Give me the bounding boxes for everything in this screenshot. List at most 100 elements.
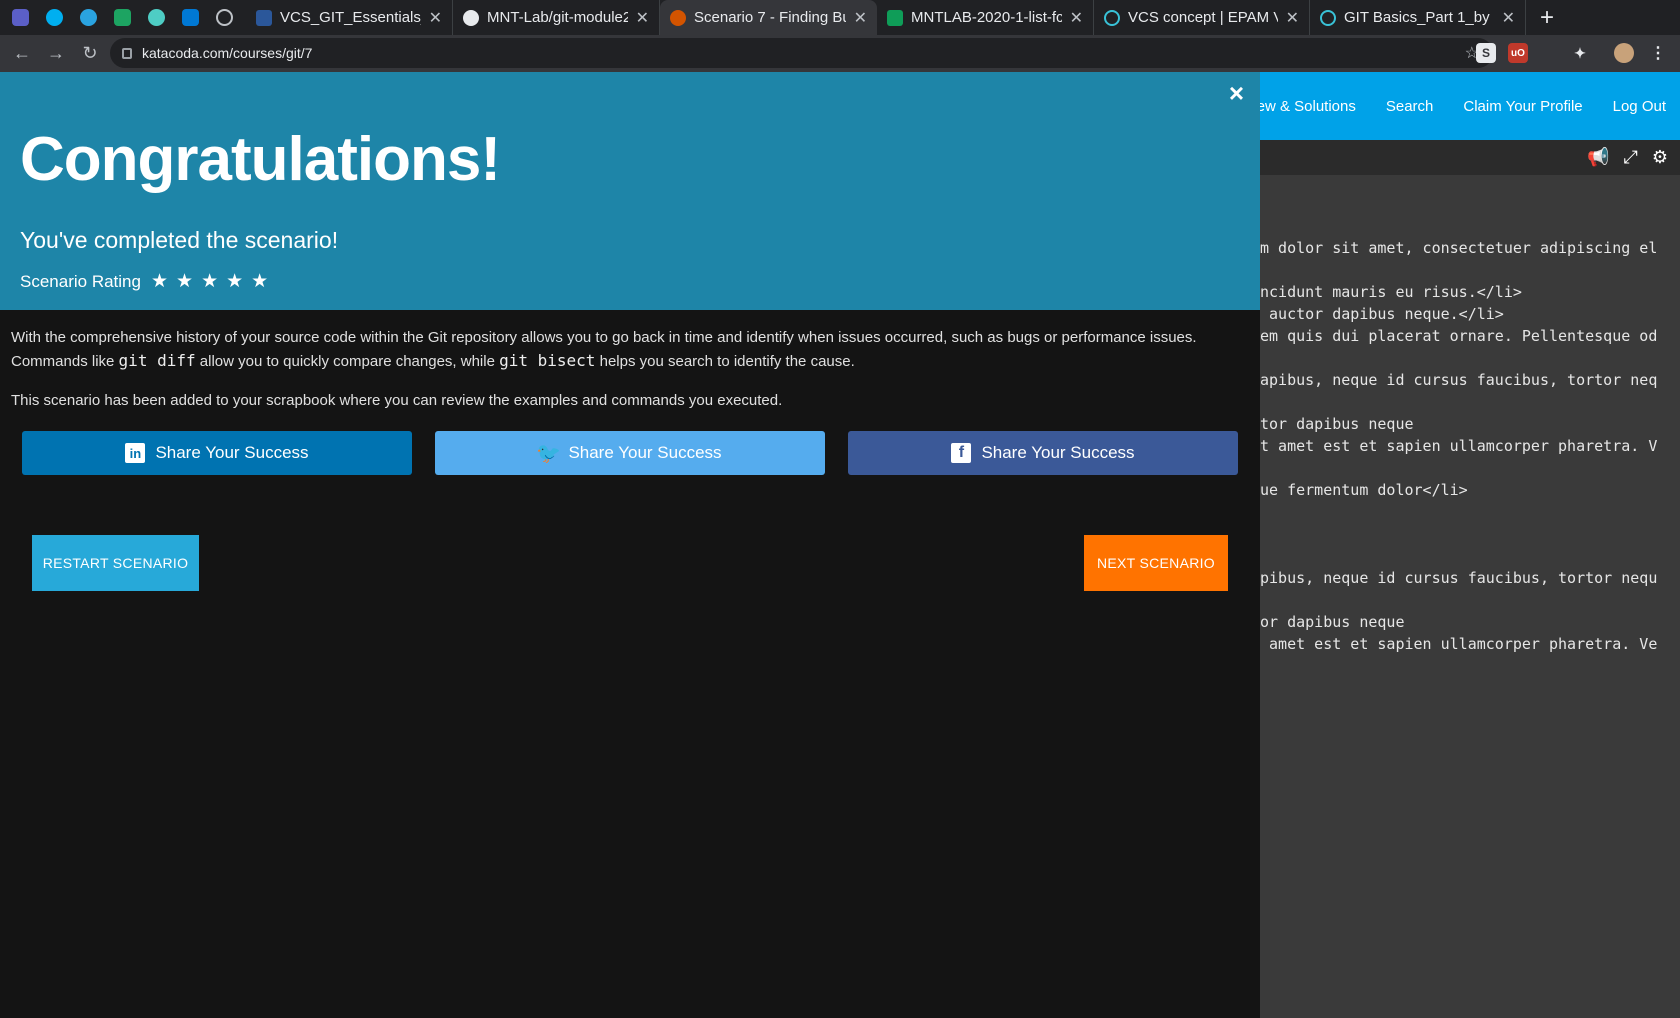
scrapbook-note: This scenario has been added to your scr… — [11, 392, 783, 409]
close-tab-icon[interactable]: ✕ — [429, 8, 442, 28]
nav-overview-solutions[interactable]: rview & Solutions — [1260, 98, 1356, 115]
rating-label: Scenario Rating — [20, 271, 141, 291]
megaphone-icon[interactable]: 📢 — [1587, 147, 1609, 168]
code-editor: m dolor sit amet, consectetuer adipiscin… — [1260, 237, 1680, 655]
code-line: ncidunt mauris eu risus.</li> — [1260, 283, 1522, 301]
tab-title: VCS concept | EPAM Vi — [1128, 9, 1278, 26]
gear-icon[interactable]: ⚙ — [1652, 147, 1668, 168]
text-segment: allow you to quickly compare changes, wh… — [195, 353, 500, 370]
share-facebook-button[interactable]: f Share Your Success — [848, 431, 1238, 475]
terminal-toolbar: 📢 ⤢ ⚙ — [1260, 140, 1680, 175]
code-line: auctor dapibus neque.</li> — [1260, 305, 1504, 323]
new-tab-button[interactable]: + — [1540, 4, 1554, 32]
skype-icon — [45, 9, 63, 26]
teams-icon — [11, 9, 29, 26]
extension-icon[interactable]: ✦ — [1570, 43, 1590, 63]
pinned-tab-github[interactable] — [210, 4, 238, 32]
pinned-tab-outlook[interactable] — [176, 4, 204, 32]
close-tab-icon[interactable]: ✕ — [1070, 8, 1083, 28]
nav-search[interactable]: Search — [1386, 98, 1434, 115]
inline-code: git diff — [118, 351, 196, 370]
code-line: apibus, neque id cursus faucibus, tortor… — [1260, 371, 1658, 389]
tab-title: VCS_GIT_Essentials_ho — [280, 9, 421, 26]
tab-title: Scenario 7 - Finding Buc — [694, 9, 846, 26]
tab-scenario-7[interactable]: Scenario 7 - Finding Buc ✕ — [660, 0, 877, 35]
modal-subtitle: You've completed the scenario! — [20, 227, 339, 253]
github-icon — [463, 9, 479, 26]
share-label: Share Your Success — [568, 443, 722, 462]
pinned-tab-app[interactable] — [108, 4, 136, 32]
play-icon — [1104, 9, 1120, 26]
tab-vcs-git-essentials[interactable]: VCS_GIT_Essentials_ho ✕ — [246, 0, 453, 35]
close-tab-icon[interactable]: ✕ — [1286, 8, 1299, 28]
fullscreen-icon[interactable]: ⤢ — [1623, 147, 1637, 168]
tab-mntlab-list[interactable]: MNTLAB-2020-1-list-fc ✕ — [877, 0, 1094, 35]
next-scenario-button[interactable]: NEXT SCENARIO — [1084, 535, 1228, 591]
sheets-icon — [887, 9, 903, 26]
code-line: pibus, neque id cursus faucibus, tortor … — [1260, 569, 1658, 587]
star-icon[interactable]: ★ — [226, 270, 243, 293]
inline-code: git bisect — [499, 351, 596, 370]
text-segment: helps you search to identify the cause. — [595, 353, 855, 370]
forward-icon[interactable]: → — [39, 43, 73, 64]
completion-modal: × Congratulations! You've completed the … — [0, 72, 1260, 1018]
code-line: m dolor sit amet, consectetuer adipiscin… — [1260, 239, 1658, 257]
tab-vcs-concept[interactable]: VCS concept | EPAM Vi ✕ — [1094, 0, 1310, 35]
close-tab-icon[interactable]: ✕ — [854, 8, 867, 28]
pinned-tab-teams[interactable] — [6, 4, 34, 32]
facebook-icon: f — [951, 443, 972, 463]
tab-title: GIT Basics_Part 1_by M — [1344, 9, 1494, 26]
url-text: katacoda.com/courses/git/7 — [142, 45, 313, 61]
modal-header: × Congratulations! You've completed the … — [0, 72, 1260, 310]
star-icon[interactable]: ★ — [176, 270, 193, 293]
code-line: t amet est et sapien ullamcorper pharetr… — [1260, 437, 1658, 455]
pinned-tab-telegram[interactable] — [74, 4, 102, 32]
scenario-rating: Scenario Rating ★ ★ ★ ★ ★ — [20, 270, 268, 293]
ublock-icon[interactable]: uO — [1508, 43, 1528, 63]
close-tab-icon[interactable]: ✕ — [1502, 8, 1515, 28]
lock-icon — [122, 47, 132, 59]
code-line: or dapibus neque — [1260, 613, 1405, 631]
pinned-tab-chat[interactable] — [142, 4, 170, 32]
star-icon[interactable]: ★ — [251, 270, 268, 293]
telegram-icon — [79, 9, 97, 26]
restart-scenario-button[interactable]: RESTART SCENARIO — [32, 535, 199, 591]
close-icon[interactable]: × — [1229, 78, 1244, 109]
modal-body: With the comprehensive history of your s… — [11, 326, 1251, 428]
twitter-icon: 🐦 — [535, 442, 561, 465]
reload-icon[interactable]: ↻ — [73, 43, 107, 64]
rating-stars: ★ ★ ★ ★ ★ — [151, 270, 268, 293]
outlook-icon — [181, 9, 199, 26]
nav-log-out[interactable]: Log Out — [1613, 98, 1666, 115]
tab-git-basics[interactable]: GIT Basics_Part 1_by M ✕ — [1310, 0, 1526, 35]
pinned-tab-skype[interactable] — [40, 4, 68, 32]
share-twitter-button[interactable]: 🐦 Share Your Success — [435, 431, 825, 475]
code-line: em quis dui placerat ornare. Pellentesqu… — [1260, 327, 1658, 345]
site-navigation: rview & Solutions Search Claim Your Prof… — [1260, 72, 1680, 140]
address-bar[interactable]: katacoda.com/courses/git/7 ☆ — [110, 38, 1493, 68]
background-editor-pane: rview & Solutions Search Claim Your Prof… — [1260, 72, 1680, 1018]
close-tab-icon[interactable]: ✕ — [636, 8, 649, 28]
share-linkedin-button[interactable]: in Share Your Success — [22, 431, 412, 475]
play-icon — [1320, 9, 1336, 26]
back-icon[interactable]: ← — [5, 43, 39, 64]
app-icon — [113, 9, 131, 26]
menu-kebab-icon[interactable]: ⋮ — [1648, 43, 1668, 63]
tab-mnt-lab-git[interactable]: MNT-Lab/git-module20 ✕ — [453, 0, 660, 35]
nav-claim-profile[interactable]: Claim Your Profile — [1463, 98, 1582, 115]
avatar[interactable] — [1614, 43, 1634, 63]
modal-title: Congratulations! — [20, 125, 501, 194]
tab-title: MNT-Lab/git-module20 — [487, 9, 628, 26]
github-icon — [215, 9, 233, 26]
extension-s-icon[interactable]: S — [1476, 43, 1496, 63]
star-icon[interactable]: ★ — [151, 270, 168, 293]
star-icon[interactable]: ★ — [201, 270, 218, 293]
chat-icon — [147, 9, 165, 26]
